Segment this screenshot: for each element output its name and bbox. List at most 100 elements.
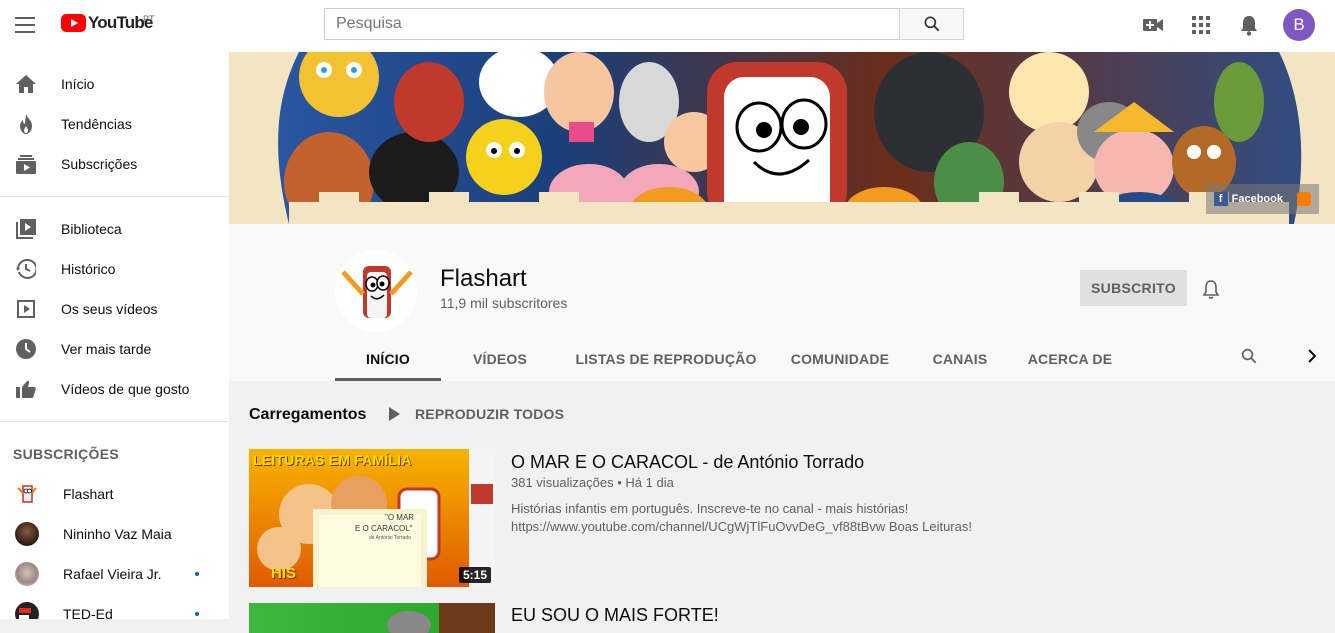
sidebar-item-label: Histórico — [61, 261, 116, 277]
apps-grid-icon — [1192, 16, 1210, 34]
sidebar-item-history[interactable]: Histórico — [0, 249, 229, 289]
search-box — [324, 8, 964, 40]
watch-later-icon — [15, 338, 37, 360]
apps-button[interactable] — [1177, 9, 1225, 41]
video-thumbnail[interactable]: LEITURAS EM FAMÍLIA "O MAR E O CARACOL" … — [249, 449, 495, 587]
new-content-dot — [195, 612, 199, 616]
sidebar-item-subscriptions[interactable]: Subscrições — [0, 144, 229, 184]
channel-search-button[interactable] — [1237, 344, 1261, 368]
tab-about[interactable]: ACERCA DE — [1013, 336, 1127, 381]
notifications-button[interactable] — [1225, 9, 1273, 41]
video-item[interactable]: EU SOU O MAIS FORTE! — [249, 603, 1249, 633]
sidebar-item-label: Tendências — [61, 116, 132, 132]
channel-header: Flashart 11,9 mil subscritores SUBSCRITO… — [229, 224, 1335, 381]
thumb-book-text-1: "O MAR — [385, 513, 415, 522]
tab-channels[interactable]: CANAIS — [907, 336, 1013, 381]
sidebar-sub-ted-ed[interactable]: TED-Ed — [0, 594, 229, 619]
video-age: Há 1 dia — [625, 475, 674, 490]
video-views: 381 visualizações — [511, 475, 614, 490]
sidebar-item-label: Subscrições — [61, 156, 138, 172]
channel-avatar[interactable] — [335, 250, 417, 332]
sidebar-divider — [0, 196, 229, 197]
top-icons: B — [1129, 9, 1315, 41]
tab-community[interactable]: COMUNIDADE — [773, 336, 907, 381]
video-description-line: Histórias infantis em português. Inscrev… — [511, 501, 909, 516]
notification-bell-button[interactable] — [1199, 277, 1223, 301]
search-icon — [924, 16, 939, 32]
video-metadata: 381 visualizações • Há 1 dia — [511, 475, 674, 490]
video-title[interactable]: O MAR E O CARACOL - de António Torrado — [511, 452, 864, 473]
thumb-book-text-3: de António Torrado — [369, 535, 411, 541]
sidebar-item-home[interactable]: Início — [0, 64, 229, 104]
search-icon — [1241, 348, 1257, 364]
video-title[interactable]: EU SOU O MAIS FORTE! — [511, 605, 719, 626]
video-description-line: https://www.youtube.com/channel/UCgWjTlF… — [511, 519, 972, 534]
sidebar-sub-label: Flashart — [63, 486, 114, 502]
sidebar-item-watch-later[interactable]: Ver mais tarde — [0, 329, 229, 369]
top-bar: YouTube PT B — [0, 0, 1335, 52]
your-videos-icon — [15, 298, 37, 320]
bell-outline-icon — [1202, 279, 1220, 299]
account-avatar[interactable]: B — [1283, 9, 1315, 41]
trending-icon — [15, 113, 37, 135]
sidebar-item-label: Biblioteca — [61, 221, 122, 237]
youtube-play-icon — [61, 14, 86, 32]
play-all-label: REPRODUZIR TODOS — [415, 406, 565, 422]
sidebar: Início Tendências Subscrições Biblioteca… — [0, 52, 229, 619]
tabs-next-button[interactable] — [1300, 344, 1324, 368]
sidebar-item-library[interactable]: Biblioteca — [0, 209, 229, 249]
channel-content: Carregamentos REPRODUZIR TODOS LEITURAS … — [229, 381, 1335, 633]
sidebar-item-label: Ver mais tarde — [61, 341, 152, 357]
thumb-top-text: LEITURAS EM FAMÍLIA — [253, 452, 412, 468]
subscribed-button[interactable]: SUBSCRITO — [1080, 270, 1187, 306]
play-icon — [389, 407, 400, 421]
rafael-avatar — [15, 562, 39, 586]
sidebar-sub-rafael[interactable]: Rafael Vieira Jr. — [0, 554, 229, 594]
video-description: Histórias infantis em português. Inscrev… — [511, 500, 1071, 536]
blogger-link[interactable] — [1297, 192, 1311, 206]
thumb-book-text-2: E O CARACOL" — [355, 524, 413, 533]
sidebar-item-trending[interactable]: Tendências — [0, 104, 229, 144]
sidebar-divider — [0, 421, 229, 422]
youtube-logo[interactable]: YouTube — [61, 13, 153, 33]
menu-icon[interactable] — [15, 17, 35, 33]
sidebar-item-your-videos[interactable]: Os seus vídeos — [0, 289, 229, 329]
sidebar-sub-flashart[interactable]: Flashart — [0, 474, 229, 514]
tab-playlists[interactable]: LISTAS DE REPRODUÇÃO — [559, 336, 773, 381]
facebook-link[interactable]: f Facebook — [1213, 192, 1283, 206]
sidebar-sub-nininho[interactable]: Nininho Vaz Maia — [0, 514, 229, 554]
video-duration: 5:15 — [458, 567, 491, 583]
facebook-link-label: Facebook — [1231, 193, 1283, 205]
region-code: PT — [143, 14, 155, 24]
sidebar-item-label: Início — [61, 76, 95, 92]
history-icon — [15, 258, 37, 280]
create-video-button[interactable] — [1129, 9, 1177, 41]
search-input[interactable] — [324, 8, 899, 40]
subscriber-count: 11,9 mil subscritores — [440, 295, 568, 311]
home-icon — [15, 73, 37, 95]
new-content-dot — [195, 572, 199, 576]
flashart-avatar — [15, 482, 39, 506]
liked-videos-icon — [15, 378, 37, 400]
banner-artwork — [229, 52, 1335, 224]
video-thumbnail[interactable] — [249, 603, 495, 633]
library-icon — [15, 218, 37, 240]
video-item[interactable]: LEITURAS EM FAMÍLIA "O MAR E O CARACOL" … — [249, 449, 1249, 587]
blogger-icon — [1297, 192, 1311, 206]
banner-links: f Facebook — [1205, 184, 1319, 214]
subscriptions-heading: SUBSCRIÇÕES — [13, 446, 119, 462]
uploads-title[interactable]: Carregamentos — [249, 406, 366, 424]
sidebar-item-liked-videos[interactable]: Vídeos de que gosto — [0, 369, 229, 409]
sidebar-sub-label: TED-Ed — [63, 606, 113, 619]
play-all-button[interactable]: REPRODUZIR TODOS — [389, 406, 564, 422]
tab-home[interactable]: INÍCIO — [335, 336, 441, 381]
search-button[interactable] — [899, 8, 964, 40]
nininho-avatar — [15, 522, 39, 546]
thumb-bottom-text: HIS — [271, 565, 297, 582]
channel-banner: f Facebook — [229, 52, 1335, 224]
channel-tabs: INÍCIO VÍDEOS LISTAS DE REPRODUÇÃO COMUN… — [335, 336, 1127, 381]
sidebar-sub-label: Rafael Vieira Jr. — [63, 566, 162, 582]
tab-videos[interactable]: VÍDEOS — [441, 336, 559, 381]
subscriptions-icon — [15, 153, 37, 175]
ted-ed-avatar — [15, 602, 39, 619]
